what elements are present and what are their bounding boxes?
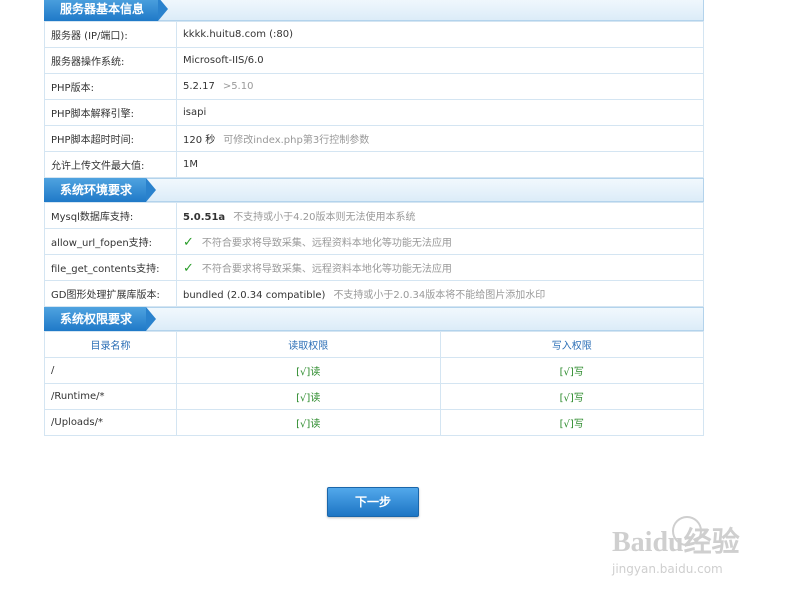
row-label: PHP脚本超时时间:: [44, 125, 177, 152]
row-label: Mysql数据库支持:: [44, 202, 177, 229]
row-note: 不支持或小于2.0.34版本将不能给图片添加水印: [333, 290, 546, 301]
row-note: 不符合要求将导致采集、远程资料本地化等功能无法应用: [201, 263, 452, 275]
table-row: PHP脚本超时时间: 120 秒可修改index.php第3行控制参数: [44, 125, 704, 152]
row-note: 可修改index.php第3行控制参数: [223, 135, 370, 146]
table-row: allow_url_fopen支持: ✓ 不符合要求将导致采集、远程资料本地化等功…: [44, 228, 704, 255]
row-label: GD图形处理扩展库版本:: [44, 280, 177, 307]
row-value: 1M: [176, 151, 704, 178]
row-value: 5.0.51a 不支持或小于4.20版本则无法使用本系统: [176, 202, 704, 229]
write-permission: [√]写: [439, 383, 704, 410]
next-step-button[interactable]: 下一步: [327, 487, 419, 517]
table-row: 服务器 (IP/端口): kkkk.huitu8.com (:80): [44, 21, 704, 48]
row-value: Microsoft-IIS/6.0: [176, 47, 704, 74]
row-value: bundled (2.0.34 compatible) 不支持或小于2.0.34版…: [176, 280, 704, 307]
permission-table: 目录名称 读取权限 写入权限 / [√]读 [√]写 /Runtime/* [√…: [44, 331, 704, 436]
table-row: Mysql数据库支持: 5.0.51a 不支持或小于4.20版本则无法使用本系统: [44, 202, 704, 229]
section-title: 服务器基本信息: [44, 0, 169, 21]
table-row: / [√]读 [√]写: [44, 357, 704, 384]
table-row: /Uploads/* [√]读 [√]写: [44, 409, 704, 436]
row-note: >5.10: [222, 81, 254, 92]
read-permission: [√]读: [176, 383, 441, 410]
section-title: 系统权限要求: [44, 307, 157, 331]
table-row: 服务器操作系统: Microsoft-IIS/6.0: [44, 47, 704, 74]
column-header-write: 写入权限: [439, 331, 704, 358]
read-permission: [√]读: [176, 357, 441, 384]
dir-name: /Uploads/*: [44, 409, 177, 436]
install-wizard: 服务器基本信息 服务器 (IP/端口): kkkk.huitu8.com (:8…: [44, 0, 704, 436]
check-icon: ✓: [183, 234, 194, 250]
section-header-basic: 服务器基本信息: [44, 0, 704, 21]
row-note: 不支持或小于4.20版本则无法使用本系统: [233, 212, 416, 223]
env-table: Mysql数据库支持: 5.0.51a 不支持或小于4.20版本则无法使用本系统 …: [44, 202, 704, 307]
dir-name: /: [44, 357, 177, 384]
row-value: 120 秒可修改index.php第3行控制参数: [176, 125, 704, 152]
row-value: 5.2.17 >5.10: [176, 73, 704, 100]
row-value: ✓ 不符合要求将导致采集、远程资料本地化等功能无法应用: [176, 254, 704, 281]
row-label: 服务器操作系统:: [44, 47, 177, 74]
watermark-url: jingyan.baidu.com: [612, 562, 723, 576]
row-value: isapi: [176, 99, 704, 126]
table-row: PHP脚本解释引擎: isapi: [44, 99, 704, 126]
read-permission: [√]读: [176, 409, 441, 436]
section-header-env: 系统环境要求: [44, 178, 704, 202]
section-title: 系统环境要求: [44, 178, 157, 202]
basic-info-table: 服务器 (IP/端口): kkkk.huitu8.com (:80) 服务器操作…: [44, 21, 704, 178]
check-icon: ✓: [183, 260, 194, 276]
row-label: allow_url_fopen支持:: [44, 228, 177, 255]
table-row: file_get_contents支持: ✓ 不符合要求将导致采集、远程资料本地化…: [44, 254, 704, 281]
paw-icon: [672, 516, 702, 546]
table-header-row: 目录名称 读取权限 写入权限: [44, 331, 704, 358]
row-value: kkkk.huitu8.com (:80): [176, 21, 704, 48]
row-label: PHP版本:: [44, 73, 177, 100]
row-label: 服务器 (IP/端口):: [44, 21, 177, 48]
table-row: GD图形处理扩展库版本: bundled (2.0.34 compatible)…: [44, 280, 704, 307]
write-permission: [√]写: [439, 409, 704, 436]
column-header-read: 读取权限: [176, 331, 441, 358]
table-row: PHP版本: 5.2.17 >5.10: [44, 73, 704, 100]
row-value: ✓ 不符合要求将导致采集、远程资料本地化等功能无法应用: [176, 228, 704, 255]
watermark: Baidu经验 jingyan.baidu.com: [612, 516, 772, 590]
table-row: /Runtime/* [√]读 [√]写: [44, 383, 704, 410]
row-label: PHP脚本解释引擎:: [44, 99, 177, 126]
row-note: 不符合要求将导致采集、远程资料本地化等功能无法应用: [201, 237, 452, 249]
row-label: file_get_contents支持:: [44, 254, 177, 281]
section-header-perm: 系统权限要求: [44, 307, 704, 331]
table-row: 允许上传文件最大值: 1M: [44, 151, 704, 178]
column-header-dir: 目录名称: [44, 331, 177, 358]
write-permission: [√]写: [439, 357, 704, 384]
row-label: 允许上传文件最大值:: [44, 151, 177, 178]
dir-name: /Runtime/*: [44, 383, 177, 410]
